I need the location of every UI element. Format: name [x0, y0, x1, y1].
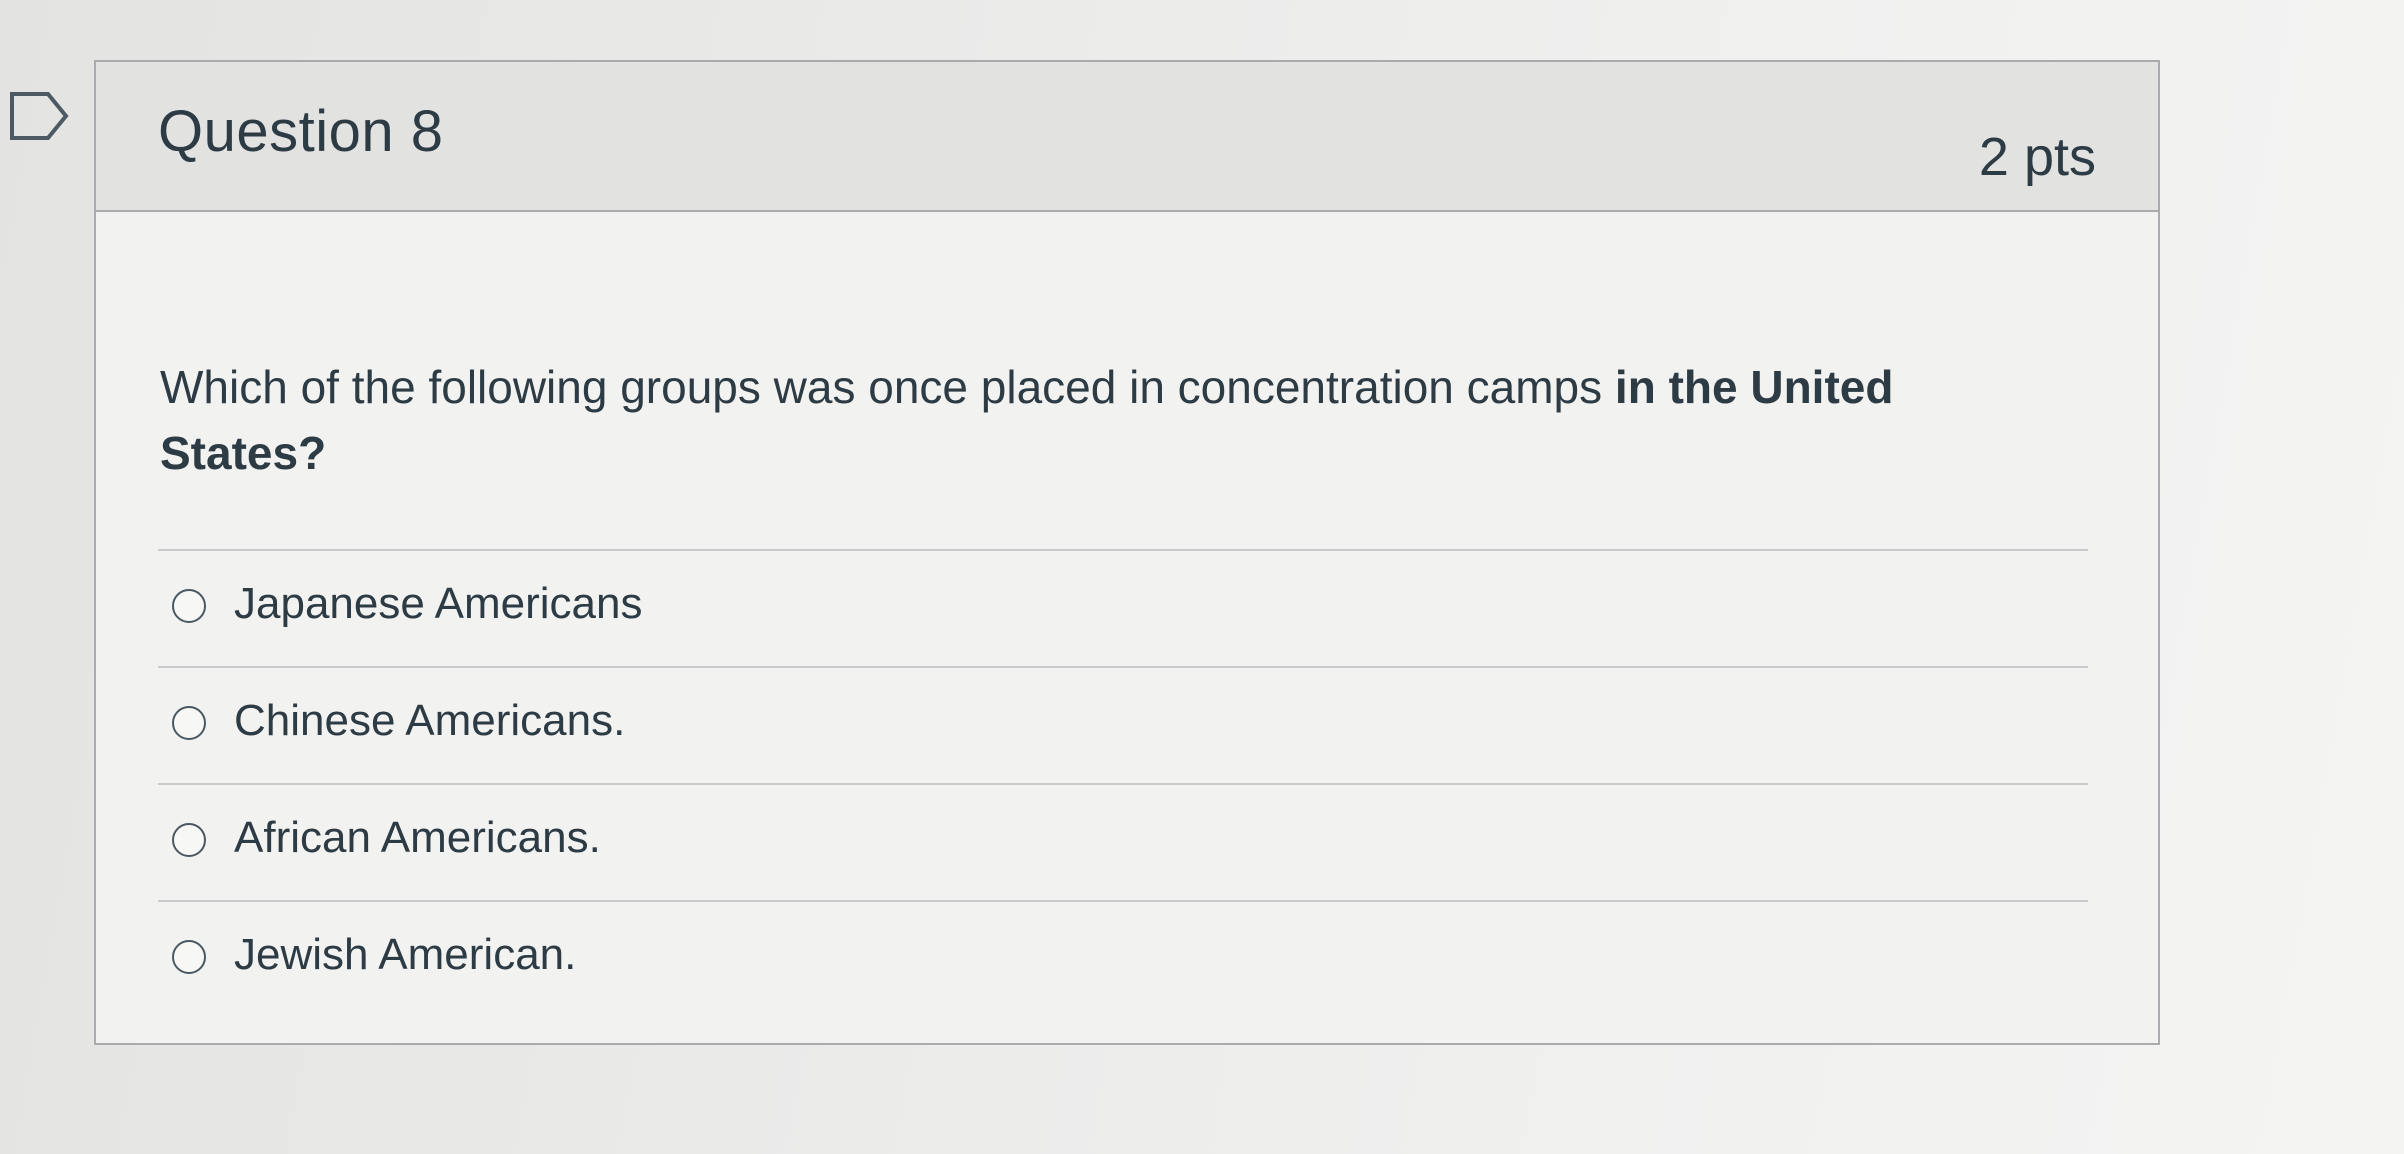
answer-option[interactable]: Chinese Americans. — [158, 666, 2088, 783]
flag-question-icon[interactable] — [8, 90, 70, 142]
radio-unselected-icon[interactable] — [172, 706, 206, 740]
question-card: Question 8 2 pts Which of the following … — [94, 60, 2160, 1045]
radio-unselected-icon[interactable] — [172, 589, 206, 623]
question-text: Which of the following groups was once p… — [160, 354, 2060, 486]
answer-list: Japanese Americans Chinese Americans. Af… — [158, 549, 2088, 1017]
answer-label[interactable]: Japanese Americans — [234, 579, 642, 629]
answer-label[interactable]: Chinese Americans. — [234, 696, 625, 746]
question-header: Question 8 2 pts — [96, 62, 2158, 212]
answer-option[interactable]: Jewish American. — [158, 900, 2088, 1017]
radio-unselected-icon[interactable] — [172, 823, 206, 857]
answer-label[interactable]: African Americans. — [234, 813, 601, 863]
question-title: Question 8 — [158, 99, 444, 164]
answer-option[interactable]: African Americans. — [158, 783, 2088, 900]
question-text-plain: Which of the following groups was once p… — [160, 361, 1615, 413]
answer-label[interactable]: Jewish American. — [234, 930, 576, 980]
question-points: 2 pts — [1978, 127, 2096, 187]
answer-option[interactable]: Japanese Americans — [158, 549, 2088, 666]
radio-unselected-icon[interactable] — [172, 940, 206, 974]
